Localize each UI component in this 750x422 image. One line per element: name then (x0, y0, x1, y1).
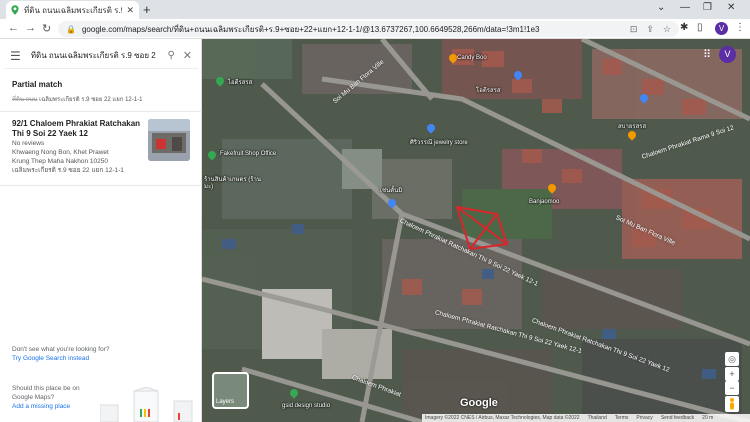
map-place-label[interactable]: Candy Boo (457, 55, 487, 61)
search-icon[interactable]: ⚲ (167, 50, 174, 61)
reload-icon[interactable]: ↻ (42, 22, 51, 35)
result-photo[interactable] (148, 119, 190, 161)
map-place-label[interactable]: gsid design studio (282, 403, 330, 409)
buildings-illustration (100, 387, 193, 422)
satellite-map[interactable]: ไอดีรสรส Soi Mu Ban Flora Ville Candy Bo… (202, 39, 750, 422)
maps-sidebar: ☰ ⚲ ✕ Partial match ที่ดิน ถนน เฉลิมพระเ… (0, 39, 202, 422)
clear-search-icon[interactable]: ✕ (183, 49, 192, 62)
my-location-icon[interactable]: ◎ (725, 352, 739, 366)
partial-match-heading: Partial match (12, 80, 63, 89)
install-app-icon[interactable]: ⊡ (630, 24, 638, 35)
map-attribution-bar: Imagery ©2022 CNES / Airbus, Maxar Techn… (422, 414, 750, 422)
lock-icon: 🔒 (66, 24, 76, 34)
scale-bar[interactable]: 20 m (702, 414, 713, 422)
close-window-icon[interactable]: ✕ (727, 2, 735, 13)
new-tab-icon[interactable]: + (143, 2, 151, 17)
zoom-in-button[interactable]: + (725, 367, 739, 381)
not-found-notice: Don't see what you're looking for? Try G… (12, 345, 110, 363)
browser-tab[interactable]: ที่ดิน ถนนเฉลิมพระเกียรติ ร.9 ซอย 22 ✕ (6, 1, 139, 19)
matched-query-part: เฉลิมพระเกียรติ ร.9 ซอย 22 แยก 12-1-1 (39, 97, 143, 103)
add-place-text: Google Maps? (12, 394, 55, 401)
forward-icon[interactable]: → (25, 22, 36, 34)
search-box: ☰ ⚲ ✕ (4, 43, 198, 69)
result-reviews: No reviews (12, 140, 45, 147)
google-logo: Google (460, 397, 498, 409)
google-search-link[interactable]: Try Google Search instead (12, 354, 110, 363)
more-menu-icon[interactable]: ⋮ (735, 22, 745, 33)
send-feedback-link[interactable]: Send feedback (661, 414, 694, 422)
minimize-icon[interactable]: — (680, 2, 690, 13)
result-address-line: Khwaeng Nong Bon, Khet Prawet (12, 149, 109, 156)
map-place-label[interactable]: ไอดีรสรส (228, 77, 252, 87)
menu-icon[interactable]: ☰ (10, 49, 21, 63)
add-place-text: Should this place be on (12, 385, 80, 392)
profile-avatar[interactable]: V (715, 22, 728, 35)
result-title[interactable]: 92/1 Chaloem Phrakiat Ratchakan Thi 9 So… (12, 119, 142, 139)
tab-search-icon[interactable]: ⌄ (657, 2, 665, 13)
map-place-label[interactable]: เช่นตั้นมิ (380, 185, 402, 195)
search-result-item[interactable]: 92/1 Chaloem Phrakiat Ratchakan Thi 9 So… (12, 119, 142, 175)
google-apps-icon[interactable]: ⠿ (703, 48, 711, 61)
map-place-label[interactable]: Banjaomoo (529, 199, 559, 205)
map-place-label[interactable]: Fakefruit Shop Office (220, 151, 276, 157)
address-bar[interactable]: 🔒 google.com/maps/search/ที่ดิน+ถนนเฉลิม… (58, 21, 679, 37)
back-icon[interactable]: ← (8, 22, 19, 34)
extensions-icon[interactable]: ✱ (680, 22, 688, 33)
map-profile-avatar[interactable]: V (719, 46, 736, 63)
url-text: google.com/maps/search/ที่ดิน+ถนนเฉลิมพร… (81, 24, 540, 34)
result-address-line: Krung Thep Maha Nakhon 10250 (12, 158, 109, 165)
tab-title: ที่ดิน ถนนเฉลิมพระเกียรติ ร.9 ซอย 22 (24, 5, 122, 15)
zoom-out-button[interactable]: − (725, 381, 739, 395)
browser-tab-strip: ที่ดิน ถนนเฉลิมพระเกียรติ ร.9 ซอย 22 ✕ +… (0, 0, 750, 19)
add-place-notice: Should this place be on Google Maps? Add… (12, 384, 80, 411)
struck-query-part: ที่ดิน ถนน (12, 97, 38, 103)
close-tab-icon[interactable]: ✕ (126, 5, 134, 16)
map-place-label[interactable]: โอดีรสรส (476, 85, 501, 95)
restore-icon[interactable]: ❐ (703, 2, 712, 13)
imagery-credit: Imagery ©2022 CNES / Airbus, Maxar Techn… (425, 415, 580, 421)
add-missing-place-link[interactable]: Add a missing place (12, 402, 80, 411)
map-place-label[interactable]: สบายรสรส (618, 121, 646, 131)
google-maps-favicon-icon (11, 5, 19, 15)
satellite-imagery (202, 39, 750, 422)
layers-label: Layers (216, 399, 235, 405)
terms-link[interactable]: Terms (615, 414, 629, 422)
map-place-label[interactable]: ร้านสินค้าเกษตร (ร้านมะ) (204, 177, 264, 191)
privacy-link[interactable]: Privacy (636, 414, 652, 422)
not-found-text: Don't see what you're looking for? (12, 346, 110, 353)
bookmark-star-icon[interactable]: ☆ (663, 24, 671, 35)
share-icon[interactable]: ⇪ (646, 24, 654, 35)
region-link[interactable]: Thailand (588, 414, 607, 422)
side-panel-icon[interactable]: ▯ (697, 22, 703, 33)
result-address-line: เฉลิมพระเกียรติ ร.9 ซอย 22 แยก 12-1-1 (12, 167, 124, 174)
street-view-pegman-icon[interactable] (725, 396, 739, 412)
browser-toolbar: ← → ↻ 🔒 google.com/maps/search/ที่ดิน+ถน… (0, 19, 750, 39)
map-place-label[interactable]: ศิริวรรณี jewelry store (410, 137, 468, 147)
divider (0, 185, 202, 186)
partial-match-query: ที่ดิน ถนน เฉลิมพระเกียรติ ร.9 ซอย 22 แย… (12, 94, 142, 104)
search-input[interactable] (30, 51, 160, 60)
divider (0, 111, 202, 112)
layers-button[interactable]: Layers (212, 372, 249, 409)
